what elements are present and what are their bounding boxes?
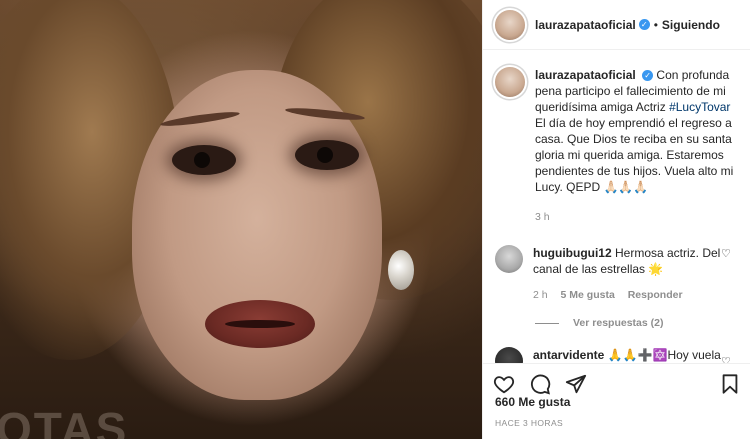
verified-icon: ✓ <box>638 19 650 30</box>
author-avatar[interactable] <box>495 9 525 40</box>
heart-icon[interactable]: ♡ <box>721 247 733 260</box>
caption-hashtag[interactable]: #LucyTovar <box>669 100 730 114</box>
following-button[interactable]: Siguiendo <box>662 18 720 32</box>
view-replies-button[interactable]: Ver respuestas (2) <box>535 317 739 329</box>
photo-eye-right <box>295 140 359 170</box>
reply-button[interactable]: Responder <box>628 289 683 301</box>
comment-body: huguibugui12 Hermosa actriz. Del canal d… <box>533 245 739 303</box>
caption-meta: 3 h <box>535 209 739 225</box>
comment-body: antarvidente 🙏🙏➕🔯Hoy vuela alto aún llan… <box>533 347 739 363</box>
caption-body: laurazapataoficial ✓ Con profunda pena p… <box>535 67 739 225</box>
bookmark-icon[interactable] <box>719 373 741 395</box>
caption-time[interactable]: 3 h <box>535 211 550 223</box>
photo-watermark: OTAS <box>0 403 129 439</box>
comment-time[interactable]: 2 h <box>533 289 548 301</box>
photo-lips <box>205 300 315 348</box>
post-side-pane: laurazapataoficial ✓ • Siguiendo lauraza… <box>482 0 750 439</box>
comment-item: huguibugui12 Hermosa actriz. Del canal d… <box>495 245 739 303</box>
post-header: laurazapataoficial ✓ • Siguiendo <box>483 0 750 50</box>
share-icon[interactable] <box>565 373 587 395</box>
caption-username[interactable]: laurazapataoficial <box>535 68 636 82</box>
heart-icon[interactable]: ♡ <box>721 355 733 363</box>
verified-icon: ✓ <box>642 70 654 81</box>
comment-avatar[interactable] <box>495 347 523 363</box>
comment-meta: 2 h 5 Me gusta Responder <box>533 287 723 303</box>
comment-icon[interactable] <box>529 373 551 395</box>
heart-icon[interactable] <box>493 373 515 395</box>
replies-line <box>535 322 559 324</box>
post-photo[interactable]: OTAS <box>0 0 482 439</box>
comment-likes[interactable]: 5 Me gusta <box>561 289 615 301</box>
comment-avatar[interactable] <box>495 245 523 273</box>
instagram-post: OTAS laurazapataoficial ✓ • Siguiendo la… <box>0 0 750 439</box>
separator-dot: • <box>653 17 658 32</box>
comment-username[interactable]: huguibugui12 <box>533 246 612 260</box>
photo-earring <box>388 250 414 290</box>
caption-text-2: El día de hoy emprendió el regreso a cas… <box>535 116 734 194</box>
post-time[interactable]: HACE 3 HORAS <box>495 418 563 428</box>
comment-username[interactable]: antarvidente <box>533 348 604 362</box>
view-replies-label: Ver respuestas (2) <box>573 317 664 329</box>
author-username[interactable]: laurazapataoficial <box>535 18 636 32</box>
like-count[interactable]: 660 Me gusta <box>495 395 570 409</box>
photo-eye-left <box>172 145 236 175</box>
comments-list[interactable]: laurazapataoficial ✓ Con profunda pena p… <box>483 51 750 363</box>
caption-avatar[interactable] <box>495 67 525 97</box>
comment-item: antarvidente 🙏🙏➕🔯Hoy vuela alto aún llan… <box>495 347 739 363</box>
caption: laurazapataoficial ✓ Con profunda pena p… <box>495 67 739 225</box>
